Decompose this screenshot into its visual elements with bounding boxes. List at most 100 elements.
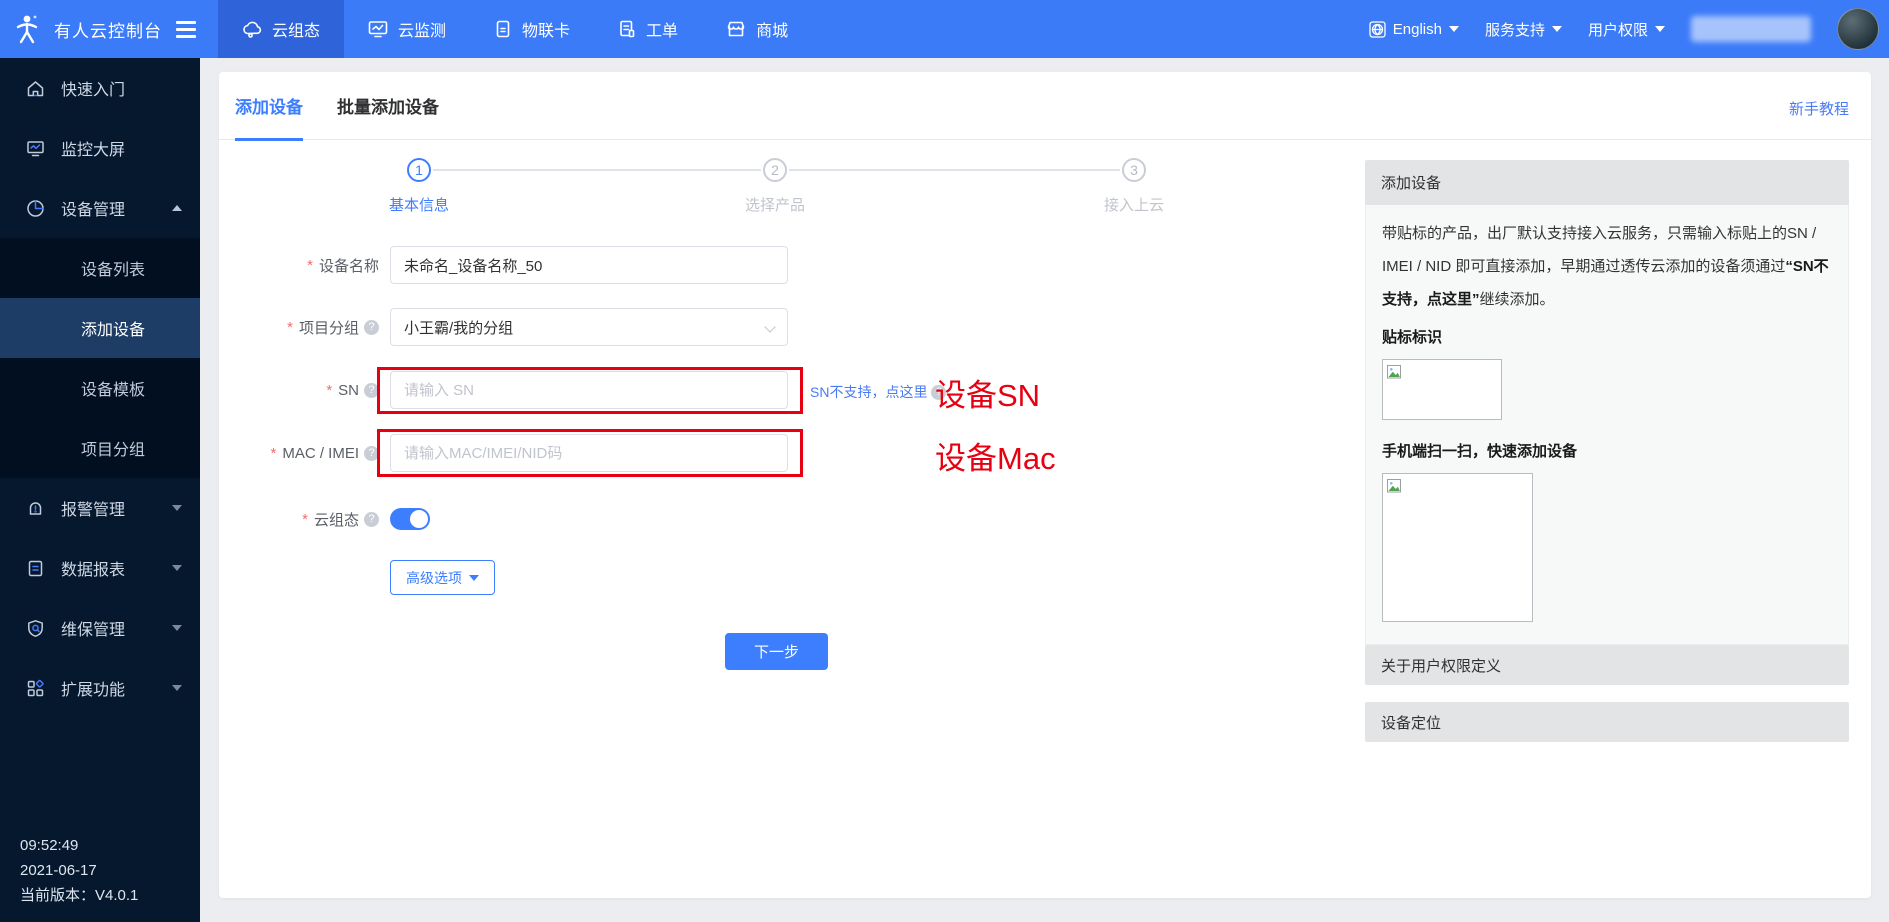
step-circle-2: 2	[763, 158, 787, 182]
sidebar-item-maintenance-management[interactable]: 维保管理	[0, 598, 200, 658]
hamburger-menu-icon[interactable]	[176, 21, 196, 38]
label-sample-image-broken	[1382, 359, 1502, 420]
chevron-down-icon	[469, 575, 479, 581]
toggle-knob	[410, 510, 428, 528]
chevron-up-icon	[172, 205, 182, 211]
language-menu[interactable]: English	[1369, 21, 1459, 38]
help-icon[interactable]: ?	[364, 320, 379, 335]
sidebar: 快速入门 监控大屏 设备管理 设备列表 添加设备 设备模板	[0, 58, 200, 922]
mac-imei-input[interactable]	[390, 434, 788, 472]
globe-icon	[1369, 21, 1386, 38]
mac-imei-label: * MAC / IMEI ?	[219, 434, 379, 472]
chevron-down-icon	[172, 505, 182, 511]
tab-add-device[interactable]: 添加设备	[235, 72, 303, 140]
add-device-card: 添加设备 批量添加设备 新手教程 1 2 3 基本信息 选择产品 接入上云 * …	[219, 72, 1871, 898]
sidebar-item-add-device[interactable]: 添加设备	[0, 298, 200, 358]
advanced-options-button[interactable]: 高级选项	[390, 560, 495, 595]
topnav-item-label: 物联卡	[522, 17, 570, 41]
sidebar-item-label: 设备列表	[81, 256, 145, 280]
shield-wrench-icon	[26, 619, 45, 638]
sidebar-item-label: 监控大屏	[61, 136, 182, 160]
apps-grid-icon	[26, 679, 45, 698]
topnav-item-label: 工单	[646, 17, 678, 41]
alarm-icon	[26, 499, 45, 518]
required-asterisk: *	[326, 382, 332, 399]
next-step-button[interactable]: 下一步	[725, 633, 828, 670]
service-support-menu[interactable]: 服务支持	[1485, 19, 1562, 40]
topnav-item-work-order[interactable]: 工单	[594, 0, 702, 58]
store-icon	[726, 20, 746, 38]
work-order-icon	[618, 20, 636, 38]
help-panel-header[interactable]: 添加设备	[1365, 160, 1849, 205]
sidebar-item-label: 添加设备	[81, 316, 145, 340]
help-intro-text: 带贴标的产品，出厂默认支持接入云服务，只需输入标贴上的SN / IMEI / N…	[1382, 217, 1832, 316]
service-support-label: 服务支持	[1485, 19, 1545, 40]
step-label-basic-info: 基本信息	[369, 194, 469, 215]
tutorial-link[interactable]: 新手教程	[1789, 98, 1849, 119]
sidebar-item-data-report[interactable]: 数据报表	[0, 538, 200, 598]
sidebar-item-label: 数据报表	[61, 556, 156, 580]
sidebar-item-label: 项目分组	[81, 436, 145, 460]
chevron-down-icon	[764, 321, 775, 332]
sidebar-item-device-management[interactable]: 设备管理	[0, 178, 200, 238]
topnav-item-cloud-scada[interactable]: 云组态	[218, 0, 344, 58]
broken-image-icon	[1387, 364, 1403, 380]
home-icon	[26, 79, 45, 98]
help-icon[interactable]: ?	[364, 383, 379, 398]
top-navigation: 云组态 云监测 物联卡	[218, 0, 1369, 58]
sidebar-item-device-list[interactable]: 设备列表	[0, 238, 200, 298]
project-group-value: 小王霸/我的分组	[404, 317, 513, 338]
language-label: English	[1393, 21, 1442, 38]
required-asterisk: *	[270, 445, 276, 462]
chevron-down-icon	[172, 685, 182, 691]
topbar-right: English 服务支持 用户权限	[1369, 0, 1889, 58]
sidebar-item-quick-start[interactable]: 快速入门	[0, 58, 200, 118]
current-date: 2021-06-17	[20, 858, 138, 883]
sidebar-item-label: 快速入门	[61, 76, 182, 100]
sidebar-item-alarm-management[interactable]: 报警管理	[0, 478, 200, 538]
project-group-label: * 项目分组 ?	[219, 308, 379, 346]
sn-input[interactable]	[390, 371, 788, 409]
brand-title: 有人云控制台	[54, 17, 162, 42]
user-permissions-menu[interactable]: 用户权限	[1588, 19, 1665, 40]
required-asterisk: *	[287, 319, 293, 336]
help-panel-body: 带贴标的产品，出厂默认支持接入云服务，只需输入标贴上的SN / IMEI / N…	[1365, 205, 1849, 645]
topnav-item-cloud-monitor[interactable]: 云监测	[344, 0, 470, 58]
chevron-down-icon	[172, 625, 182, 631]
panel-user-permissions[interactable]: 关于用户权限定义	[1365, 645, 1849, 685]
topnav-item-label: 商城	[756, 17, 788, 41]
device-management-submenu: 设备列表 添加设备 设备模板 项目分组	[0, 238, 200, 478]
topnav-item-label: 云监测	[398, 17, 446, 41]
help-icon[interactable]: ?	[364, 446, 379, 461]
brand-area: 有人云控制台	[0, 0, 218, 58]
monitor-chart-icon	[368, 20, 388, 38]
required-asterisk: *	[307, 257, 313, 274]
user-permissions-label: 用户权限	[1588, 19, 1648, 40]
sidebar-item-label: 报警管理	[61, 496, 156, 520]
project-group-select[interactable]: 小王霸/我的分组	[390, 308, 788, 346]
sn-not-supported-link[interactable]: SN不支持，点这里 ?	[810, 382, 946, 402]
topnav-item-iot-card[interactable]: 物联卡	[470, 0, 594, 58]
redacted-username	[1691, 16, 1811, 42]
panel-device-location[interactable]: 设备定位	[1365, 702, 1849, 742]
avatar[interactable]	[1837, 8, 1879, 50]
required-asterisk: *	[302, 511, 308, 528]
sidebar-item-device-template[interactable]: 设备模板	[0, 358, 200, 418]
chevron-down-icon	[172, 565, 182, 571]
sidebar-item-monitor-screen[interactable]: 监控大屏	[0, 118, 200, 178]
scan-caption: 手机端扫一扫，快速添加设备	[1382, 440, 1832, 461]
sidebar-item-project-group[interactable]: 项目分组	[0, 418, 200, 478]
tab-batch-add-device[interactable]: 批量添加设备	[337, 72, 439, 140]
cloud-config-toggle[interactable]	[390, 508, 430, 530]
pie-chart-icon	[26, 199, 45, 218]
topbar: 有人云控制台 云组态 云监测	[0, 0, 1889, 58]
label-identification-caption: 贴标标识	[1382, 326, 1832, 347]
device-name-label: * 设备名称	[219, 246, 379, 284]
help-icon[interactable]: ?	[364, 512, 379, 527]
step-label-connect-cloud: 接入上云	[1084, 194, 1184, 215]
sidebar-item-extended-features[interactable]: 扩展功能	[0, 658, 200, 718]
device-name-input[interactable]	[390, 246, 788, 284]
sn-label: * SN ?	[219, 371, 379, 409]
topnav-item-mall[interactable]: 商城	[702, 0, 812, 58]
step-connector-1	[433, 169, 761, 171]
